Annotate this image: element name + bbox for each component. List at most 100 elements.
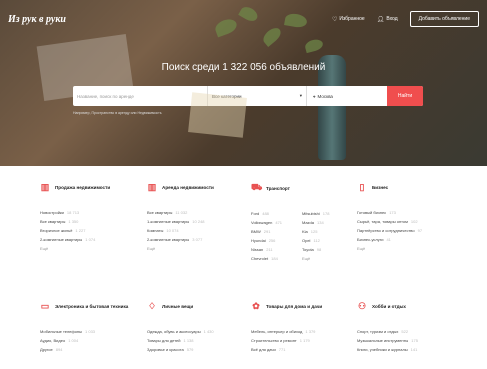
item-label: Книги, учебники и журналы xyxy=(357,347,408,352)
item-label: Музыкальные инструменты xyxy=(357,338,409,343)
item-label: Ford xyxy=(251,211,260,216)
category-header[interactable]: ▭ Электроника и бытовая техника xyxy=(40,301,145,312)
category-transport: ⛟ Транспорт Ford 488 Volkswagen 471 BMW 291… xyxy=(251,182,351,263)
item-count: 522 xyxy=(401,329,409,334)
category-rent-realty: ▥ Аренда недвижимости Все квартиры 11 032… xyxy=(147,182,247,253)
more-link[interactable]: Ещё xyxy=(302,254,345,263)
shirt-icon: ♢ xyxy=(147,301,157,311)
list-item[interactable]: Спорт, туризм и отдых 522 xyxy=(357,327,472,336)
category-title: Транспорт xyxy=(266,185,290,191)
building-icon: ▥ xyxy=(40,182,50,192)
category-select[interactable]: Все категории ▾ xyxy=(208,86,307,106)
item-count: 1 227 xyxy=(75,228,86,233)
item-count: 18 713 xyxy=(66,210,80,215)
list-item[interactable]: Hyundai 256 xyxy=(251,236,294,245)
list-item[interactable]: Сырьё, тара, товары оптом 102 xyxy=(357,217,472,226)
more-link[interactable]: Ещё xyxy=(40,244,140,253)
site-logo[interactable]: Из рук в руки xyxy=(8,14,66,25)
bicycle-icon: ⚇ xyxy=(357,301,367,311)
category-header[interactable]: ▯ Бизнес xyxy=(357,182,472,193)
item-label: Mazda xyxy=(302,220,315,225)
item-label: Chevrolet xyxy=(251,256,269,261)
list-item[interactable]: Аудио, Видео 1 004 xyxy=(40,336,145,345)
item-label: Готовый бизнес xyxy=(357,210,387,215)
list-item[interactable]: Toyota 98 xyxy=(302,245,345,254)
list-item[interactable]: Музыкальные инструменты 175 xyxy=(357,336,472,345)
item-label: Аудио, Видео xyxy=(40,338,66,343)
list-item[interactable]: 2-комнатные квартиры 3 077 xyxy=(147,235,247,244)
car-icon: ⛟ xyxy=(251,182,263,192)
item-count: 125 xyxy=(310,229,318,234)
item-label: Nissan xyxy=(251,247,264,252)
category-title: Личные вещи xyxy=(162,304,194,309)
list-item[interactable]: Volkswagen 471 xyxy=(251,218,294,227)
list-item[interactable]: Книги, учебники и журналы 141 xyxy=(357,345,472,354)
item-label: Спорт, туризм и отдых xyxy=(357,329,399,334)
search-button[interactable]: Найти xyxy=(387,86,423,106)
location-input[interactable]: ⌖ Москва xyxy=(307,86,387,106)
item-count: 98 xyxy=(316,247,322,252)
list-item[interactable]: Все квартиры 11 032 xyxy=(147,208,247,217)
list-item[interactable]: Chevrolet 184 xyxy=(251,254,294,263)
login-label: Вход xyxy=(386,16,398,22)
list-item[interactable]: Ford 488 xyxy=(251,209,294,218)
category-personal-items: ♢ Личные вещи Одежда, обувь и аксессуары… xyxy=(147,301,247,354)
list-item[interactable]: Вторичное жильё 1 227 xyxy=(40,226,140,235)
category-header[interactable]: ⚇ Хобби и отдых xyxy=(357,301,472,312)
item-count: 291 xyxy=(263,229,271,234)
search-input[interactable]: Название, поиск по аренде xyxy=(73,86,208,106)
list-item[interactable]: Здоровье и красота 579 xyxy=(147,345,247,354)
favorites-link[interactable]: ♡ Избранное xyxy=(332,16,365,23)
list-item[interactable]: Mazda 134 xyxy=(302,218,345,227)
list-item[interactable]: Мебель, интерьер и обиход 1 379 xyxy=(251,327,351,336)
list-item[interactable]: Строительство и ремонт 1 179 xyxy=(251,336,351,345)
list-item[interactable]: Mitsubishi 178 xyxy=(302,209,345,218)
item-label: BMW xyxy=(251,229,261,234)
list-item[interactable]: Комнаты 10 074 xyxy=(147,226,247,235)
item-count: 141 xyxy=(410,347,418,352)
list-item[interactable]: 2-комнатные квартиры 1 074 xyxy=(40,235,140,244)
item-count: 3 077 xyxy=(192,237,203,242)
list-item[interactable]: Одежда, обувь и аксессуары 1 430 xyxy=(147,327,247,336)
category-title: Бизнес xyxy=(372,185,389,190)
item-label: 2-комнатные квартиры xyxy=(40,237,83,242)
category-title: Продажа недвижимости xyxy=(55,185,111,190)
list-item[interactable]: Kia 125 xyxy=(302,227,345,236)
list-item[interactable]: Nissan 211 xyxy=(251,245,294,254)
category-title: Товары для дома и дачи xyxy=(266,304,323,309)
list-item[interactable]: 1-комнатные квартиры 10 248 xyxy=(147,217,247,226)
item-label: Kia xyxy=(302,229,308,234)
item-count: 10 074 xyxy=(166,228,179,233)
post-ad-button[interactable]: Добавить объявление xyxy=(409,11,479,27)
plant-icon: ✿ xyxy=(252,301,260,311)
category-header[interactable]: ⛟ Транспорт xyxy=(251,182,351,194)
category-header[interactable]: ▥ Продажа недвижимости xyxy=(40,182,140,193)
list-item[interactable]: Всё для дачи 771 xyxy=(251,345,351,354)
item-count: 173 xyxy=(389,210,396,215)
list-item[interactable]: Готовый бизнес 173 xyxy=(357,208,472,217)
category-title: Хобби и отдых xyxy=(372,304,406,309)
item-count: 1 430 xyxy=(203,329,214,334)
search-bar: Название, поиск по аренде Все категории … xyxy=(73,86,423,106)
item-label: Новостройки xyxy=(40,210,64,215)
more-link[interactable]: Ещё xyxy=(147,244,247,253)
list-item[interactable]: Партнёрство и сотрудничество 97 xyxy=(357,226,472,235)
more-link[interactable]: Ещё xyxy=(357,244,472,253)
list-item[interactable]: Все квартиры 1 350 xyxy=(40,217,140,226)
category-header[interactable]: ✿ Товары для дома и дачи xyxy=(251,301,351,312)
list-item[interactable]: Бизнес-услуги 41 xyxy=(357,235,472,244)
list-item[interactable]: Opel 112 xyxy=(302,236,345,245)
category-header[interactable]: ▥ Аренда недвижимости xyxy=(147,182,247,193)
category-header[interactable]: ♢ Личные вещи xyxy=(147,301,247,312)
list-item[interactable]: Товары для детей 1 138 xyxy=(147,336,247,345)
list-item[interactable]: BMW 291 xyxy=(251,227,294,236)
list-item[interactable]: Новостройки 18 713 xyxy=(40,208,140,217)
list-item[interactable]: Мобильные телефоны 1 033 xyxy=(40,327,145,336)
item-label: Hyundai xyxy=(251,238,266,243)
login-link[interactable]: 👤︎ Вход xyxy=(377,16,398,23)
item-count: 211 xyxy=(266,247,273,252)
item-count: 97 xyxy=(417,228,423,233)
phone-icon: ▭ xyxy=(40,301,50,311)
list-item[interactable]: Другое 894 xyxy=(40,345,145,354)
user-icon: 👤︎ xyxy=(376,16,385,23)
